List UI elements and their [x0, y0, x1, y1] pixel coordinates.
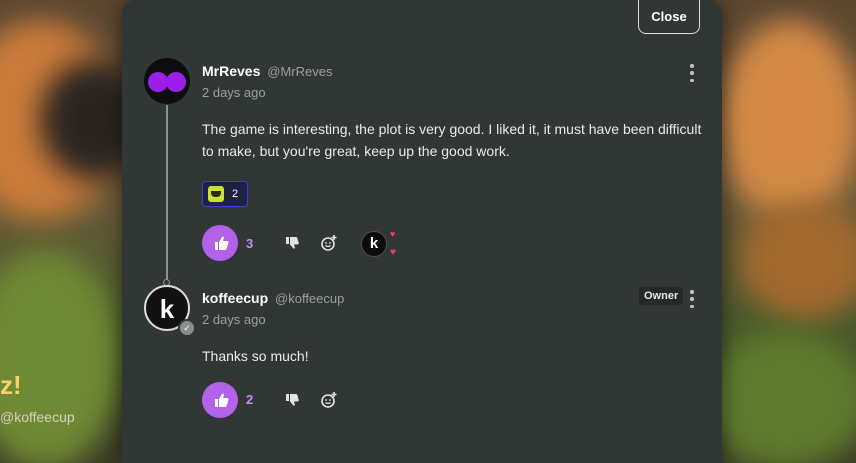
author-handle: @MrReves [267, 64, 333, 79]
owner-avatar-logo: k [369, 235, 379, 252]
thumbs-up-icon [215, 236, 229, 250]
like-count: 3 [246, 236, 254, 251]
reaction-chip[interactable]: 2 [202, 181, 248, 207]
bg-blob [740, 200, 856, 320]
thread-line [166, 105, 168, 283]
thumbs-up-icon [215, 393, 229, 407]
owner-badge: Owner [639, 287, 684, 305]
author-name[interactable]: MrReves [202, 63, 260, 79]
avatar-circle [148, 72, 168, 92]
close-button[interactable]: Close [638, 0, 700, 34]
add-reaction-icon[interactable] [320, 234, 338, 252]
verified-check-icon: ✓ [178, 319, 196, 337]
avatar[interactable] [144, 58, 190, 104]
comment-author: koffeecup @koffeecup [202, 290, 344, 306]
reaction-count: 2 [232, 188, 239, 200]
more-options-icon[interactable] [687, 290, 697, 308]
add-reaction-icon[interactable] [320, 391, 338, 409]
thumbs-down-icon[interactable] [282, 234, 300, 252]
author-name[interactable]: koffeecup [202, 290, 268, 306]
more-options-icon[interactable] [687, 64, 697, 82]
bg-blob [700, 330, 856, 463]
like-button[interactable] [202, 225, 238, 261]
comment-timestamp: 2 days ago [202, 312, 266, 327]
comment-timestamp: 2 days ago [202, 85, 266, 100]
thumbs-down-icon[interactable] [282, 391, 300, 409]
green-face-emoji-icon [208, 186, 224, 202]
comment-author: MrReves @MrReves [202, 63, 332, 79]
avatar-circle [166, 72, 186, 92]
bg-title-fragment: z! [0, 370, 22, 400]
comment-body: The game is interesting, the plot is ver… [202, 121, 702, 159]
heart-icon: ♥ [390, 247, 396, 258]
owner-liked-avatar: k [361, 231, 387, 257]
comment-body: Thanks so much! [202, 348, 309, 364]
bg-blob [720, 20, 856, 220]
heart-icon: ♥ [390, 229, 396, 239]
author-handle: @koffeecup [275, 291, 345, 306]
comments-modal: Close MrReves @MrReves 2 days ago The ga… [122, 0, 722, 463]
bg-handle: @koffeecup [0, 409, 75, 425]
bg-blob [0, 250, 120, 463]
like-count: 2 [246, 392, 254, 407]
like-button[interactable] [202, 382, 238, 418]
